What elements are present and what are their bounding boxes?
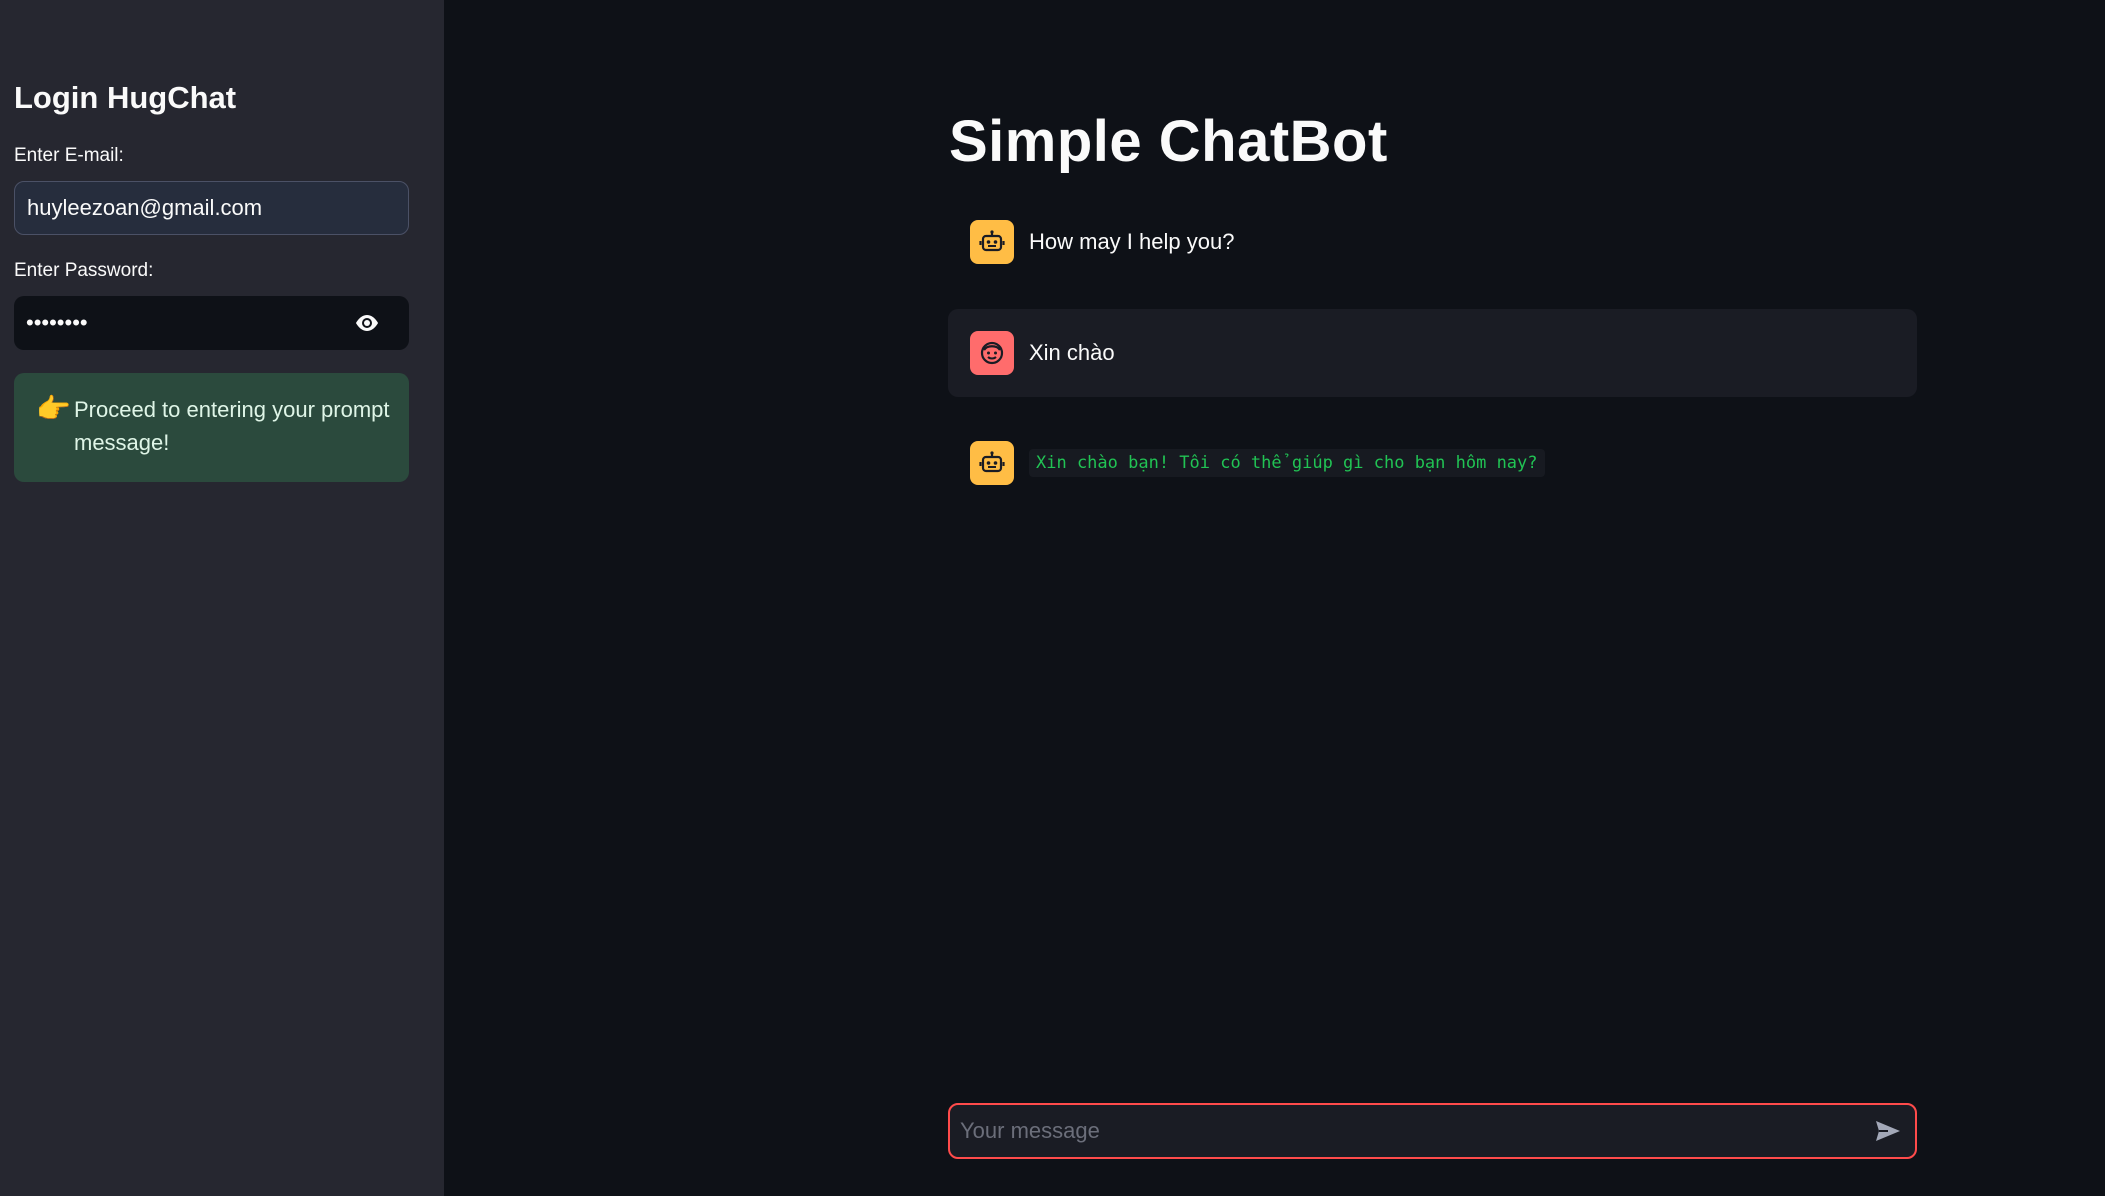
pointing-hand-icon: 👉 xyxy=(36,393,71,424)
password-label: Enter Password: xyxy=(14,260,154,281)
success-alert: 👉 Proceed to entering your prompt messag… xyxy=(14,373,409,482)
sidebar: Login HugChat Enter E-mail: Enter Passwo… xyxy=(0,0,444,1196)
email-field[interactable] xyxy=(14,181,409,235)
chat-message-assistant: Xin chào bạn! Tôi có thể giúp gì cho bạn… xyxy=(948,419,1917,507)
success-message: Proceed to entering your prompt message! xyxy=(74,397,390,455)
robot-icon xyxy=(970,441,1014,485)
chat-input[interactable] xyxy=(950,1105,1850,1157)
message-text: How may I help you? xyxy=(1029,229,1235,254)
message-code: Xin chào bạn! Tôi có thể giúp gì cho bạn… xyxy=(1029,449,1545,477)
eye-icon[interactable] xyxy=(353,310,381,336)
email-label: Enter E-mail: xyxy=(14,145,124,166)
robot-icon xyxy=(970,220,1014,264)
password-field[interactable] xyxy=(14,296,344,350)
chat-input-wrapper xyxy=(948,1103,1917,1159)
chat-message-assistant: How may I help you? xyxy=(948,198,1917,286)
sidebar-title: Login HugChat xyxy=(14,80,237,115)
message-text: Xin chào xyxy=(1029,340,1115,365)
page-title: Simple ChatBot xyxy=(949,109,1388,174)
chat-message-user: Xin chào xyxy=(948,309,1917,397)
face-icon xyxy=(970,331,1014,375)
password-field-wrapper xyxy=(14,296,409,350)
message-text-wrapper: Xin chào bạn! Tôi có thể giúp gì cho bạn… xyxy=(1029,419,1545,507)
send-icon[interactable] xyxy=(1873,1117,1903,1145)
main-area: Simple ChatBot How may I help you? Xin c… xyxy=(444,0,2105,1196)
